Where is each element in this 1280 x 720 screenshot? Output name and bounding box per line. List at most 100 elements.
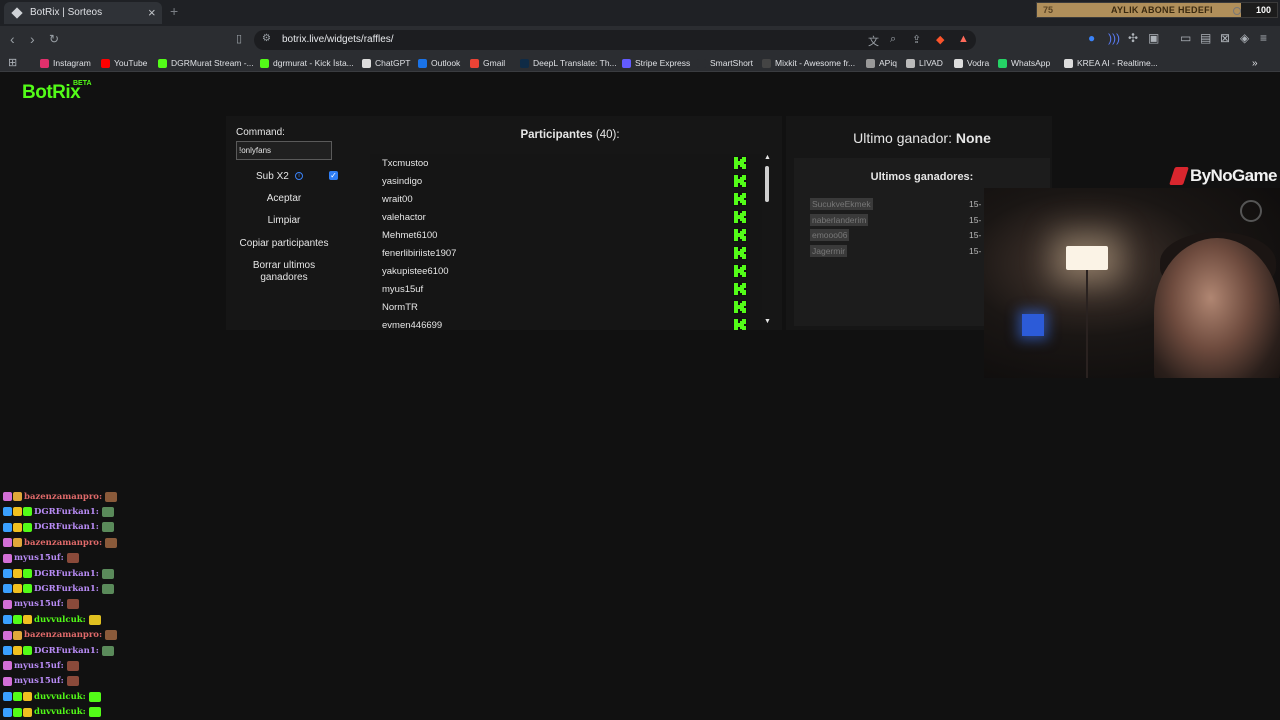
- chat-message: duvvulcuk:: [3, 706, 101, 719]
- accept-button[interactable]: Aceptar: [236, 193, 332, 205]
- participants-colon: :: [616, 129, 620, 141]
- chat-message: bazenzamanpro:: [3, 490, 118, 503]
- bookmark-item[interactable]: WhatsApp: [998, 57, 1050, 69]
- sidebar-icon[interactable]: ▭: [1180, 31, 1191, 45]
- new-tab-button[interactable]: +: [170, 3, 178, 19]
- extension-audio-icon[interactable]: ))): [1108, 31, 1120, 45]
- chat-message: bazenzamanpro:: [3, 629, 118, 642]
- sub-x2-checkbox[interactable]: ✓: [329, 171, 338, 180]
- brave-shields-icon[interactable]: ◆: [936, 33, 944, 46]
- bookmark-item[interactable]: LIVAD: [906, 57, 943, 69]
- participant-row: NormTR: [370, 298, 762, 316]
- winner-name: Jagermir: [810, 244, 848, 257]
- participant-name: Txcmustoo: [382, 158, 429, 169]
- menu-icon[interactable]: ≡: [1260, 31, 1267, 45]
- bookmark-favicon-icon: [998, 58, 1007, 68]
- reload-icon[interactable]: ↻: [49, 32, 59, 46]
- bookmark-item[interactable]: DGRMurat Stream -...: [158, 57, 254, 69]
- brave-rewards-icon[interactable]: ▲: [958, 33, 969, 45]
- bookmark-item[interactable]: Gmail: [470, 57, 505, 69]
- chat-badge-icon: [13, 569, 22, 578]
- copy-participants-button[interactable]: Copiar participantes: [236, 238, 332, 250]
- winner-name: SucukveEkmek: [810, 198, 873, 210]
- vpn-icon[interactable]: ⊠: [1220, 31, 1230, 45]
- extensions-icon[interactable]: ✣: [1128, 31, 1138, 45]
- winner-date: 15-: [969, 230, 982, 240]
- bookmark-icon[interactable]: ▯: [236, 32, 242, 45]
- bookmark-item[interactable]: DeepL Translate: Th...: [520, 57, 617, 69]
- scroll-thumb[interactable]: [765, 166, 769, 202]
- winner-date: 15-: [969, 214, 982, 225]
- command-input[interactable]: [236, 141, 332, 160]
- chat-username: myus15uf:: [14, 660, 64, 671]
- participant-name: myus15uf: [382, 284, 424, 295]
- chat-emote-icon: [101, 583, 114, 594]
- participants-list[interactable]: Txcmustoo yasindigo wrait00 valehactor Mehme…: [370, 154, 762, 330]
- forward-icon[interactable]: ›: [30, 31, 35, 47]
- back-icon[interactable]: ‹: [10, 31, 15, 47]
- chat-message: DGRFurkan1:: [3, 567, 114, 580]
- bookmark-label: SmartShort: [710, 58, 753, 68]
- extension-blue-icon[interactable]: ●: [1088, 31, 1095, 45]
- bookmark-item[interactable]: APiq: [866, 57, 897, 69]
- sidebar-media-icon[interactable]: ▣: [1148, 31, 1159, 45]
- participant-name: NormTR: [382, 302, 418, 313]
- spinner-icon: [1233, 7, 1241, 15]
- clear-button[interactable]: Limpiar: [236, 215, 332, 227]
- chat-badge-icon: [13, 615, 22, 625]
- url-text[interactable]: botrix.live/widgets/raffles/: [282, 34, 394, 45]
- bookmark-item[interactable]: ChatGPT: [362, 57, 410, 69]
- zoom-icon[interactable]: ⌕: [890, 33, 896, 46]
- bookmark-item[interactable]: dgrmurat - Kick İsta...: [260, 57, 354, 69]
- shield-icon[interactable]: ◈: [1240, 31, 1249, 45]
- chat-badge-icon: [3, 707, 12, 717]
- bookmark-item[interactable]: Mixkit - Awesome fr...: [762, 57, 855, 69]
- scroll-up-icon[interactable]: ▲: [764, 154, 771, 161]
- share-icon[interactable]: ⇪: [912, 33, 921, 46]
- participant-name: evmen446699: [382, 320, 443, 330]
- delete-winners-button[interactable]: Borrar ultimos ganadores: [234, 260, 334, 284]
- subscriber-goal-bar: 75 AYLIK ABONE HEDEFI 100: [1036, 2, 1278, 18]
- lamp-pole: [1086, 270, 1088, 378]
- bookmark-item[interactable]: Instagram: [40, 57, 91, 69]
- chat-badge-icon: [23, 522, 32, 532]
- bookmark-item[interactable]: Stripe Express: [622, 57, 690, 69]
- chat-badge-icon: [23, 646, 32, 655]
- botrix-logo[interactable]: BotRix: [22, 82, 81, 104]
- participants-scrollbar[interactable]: ▲ ▼: [762, 154, 772, 330]
- chat-badge-icon: [23, 707, 32, 717]
- chat-badge-icon: [13, 538, 22, 548]
- chat-badge-icon: [3, 522, 12, 532]
- bookmark-label: ChatGPT: [375, 58, 411, 68]
- chat-emote-icon: [66, 553, 79, 564]
- chat-badge-icon: [23, 615, 32, 625]
- tab-botrix[interactable]: BotRix | Sorteos ×: [4, 2, 162, 24]
- fan-icon: [1240, 200, 1262, 222]
- info-icon[interactable]: i: [295, 172, 303, 180]
- wallet-icon[interactable]: ▤: [1200, 31, 1211, 45]
- translate-icon[interactable]: 文: [868, 33, 879, 49]
- chat-emote-icon: [101, 645, 114, 656]
- bookmark-label: YouTube: [114, 58, 148, 68]
- close-icon[interactable]: ×: [148, 5, 156, 20]
- more-bookmarks-icon[interactable]: »: [1252, 57, 1258, 69]
- bookmark-item[interactable]: Outlook: [418, 57, 460, 69]
- apps-grid-icon[interactable]: ⊞: [8, 56, 17, 69]
- participants-count: (40): [595, 129, 617, 141]
- kick-icon: [733, 264, 747, 278]
- kick-icon: [733, 318, 747, 330]
- bookmark-item[interactable]: YouTube: [101, 57, 147, 69]
- scroll-down-icon[interactable]: ▼: [764, 318, 771, 325]
- chat-message: myus15uf:: [3, 659, 79, 672]
- chat-badge-icon: [3, 646, 12, 655]
- chat-emote-icon: [88, 691, 101, 702]
- chat-badge-icon: [13, 630, 22, 640]
- bookmark-item[interactable]: SmartShort: [697, 57, 753, 69]
- bookmark-item[interactable]: Vodra: [954, 57, 989, 69]
- participant-row: myus15uf: [370, 280, 762, 298]
- participants-label: Participantes: [520, 129, 593, 141]
- chat-badge-icon: [3, 615, 12, 625]
- address-bar[interactable]: ⚙ botrix.live/widgets/raffles/ 文 ⌕ ⇪ ◆ ▲: [254, 30, 976, 50]
- site-info-icon[interactable]: ⚙: [262, 33, 271, 44]
- bookmark-item[interactable]: KREA AI - Realtime...: [1064, 57, 1158, 69]
